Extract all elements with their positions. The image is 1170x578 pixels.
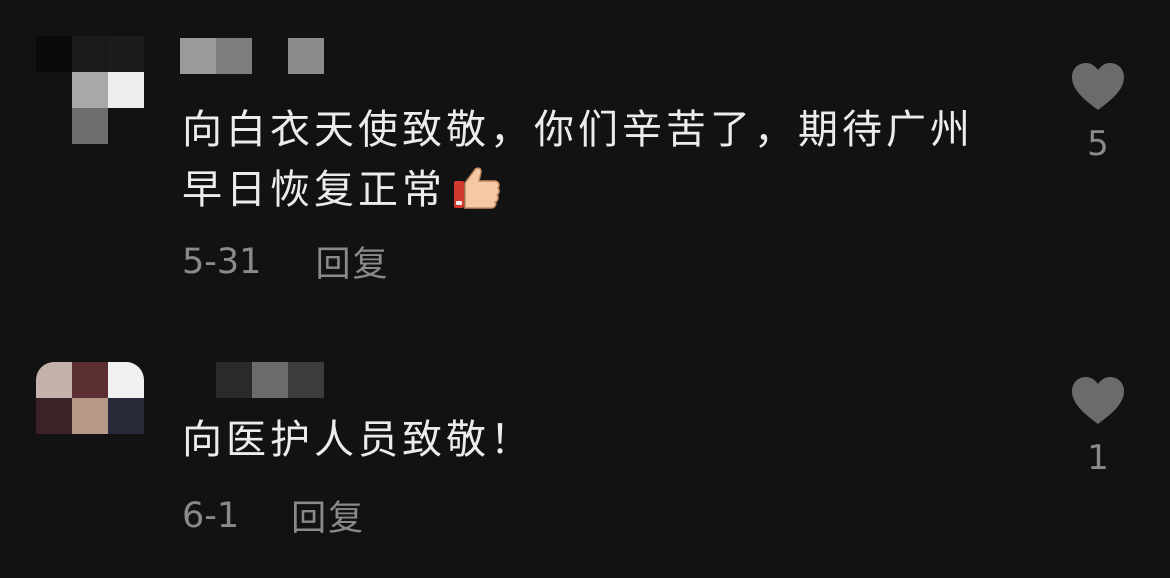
comment-text: 向医护人员致敬！	[182, 417, 534, 463]
like-button[interactable]: 5	[1070, 62, 1126, 164]
username[interactable]	[180, 38, 324, 74]
like-count: 5	[1087, 124, 1109, 164]
avatar[interactable]	[36, 36, 144, 144]
like-button[interactable]: 1	[1070, 376, 1126, 478]
thumbs-up-icon	[452, 163, 502, 228]
reply-button[interactable]: 回复	[315, 236, 389, 287]
comment-item: 向白衣天使致敬，你们辛苦了，期待广州早日恢复正常 5-31 回复 5	[0, 0, 1170, 330]
comment-meta: 5-31 回复	[182, 236, 389, 287]
comment-date: 5-31	[182, 241, 262, 282]
comment-meta: 6-1 回复	[182, 490, 365, 541]
comment-item: 向医护人员致敬！ 6-1 回复 1	[0, 330, 1170, 578]
comment-text: 向白衣天使致敬，你们辛苦了，期待广州早日恢复正常	[182, 100, 1002, 228]
like-count: 1	[1087, 438, 1109, 478]
heart-icon	[1072, 63, 1124, 110]
avatar[interactable]	[36, 362, 144, 470]
username[interactable]	[216, 362, 324, 398]
comment-date: 6-1	[182, 495, 240, 536]
heart-icon	[1072, 377, 1124, 424]
reply-button[interactable]: 回复	[291, 490, 365, 541]
